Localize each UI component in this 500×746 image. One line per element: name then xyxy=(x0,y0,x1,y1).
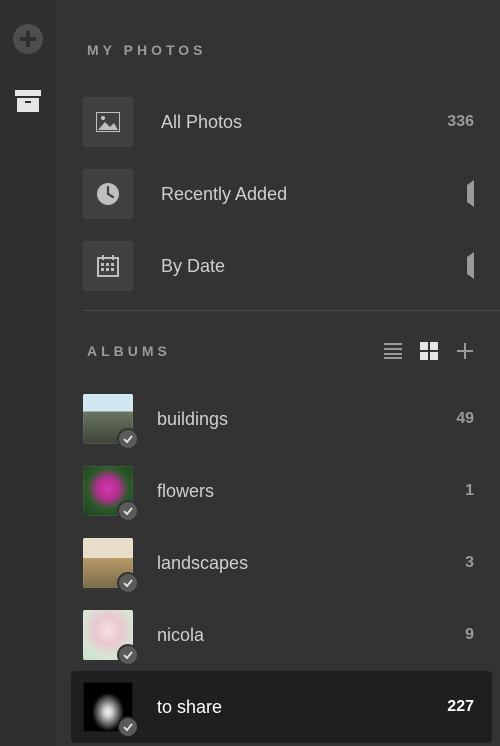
collapse-chevron-icon xyxy=(454,257,474,275)
synced-badge-icon xyxy=(117,716,139,738)
album-count: 49 xyxy=(456,410,474,428)
calendar-icon xyxy=(83,241,133,291)
album-thumb xyxy=(83,682,133,732)
archive-icon xyxy=(15,90,41,112)
app-root: MY PHOTOS All Photos 336 xyxy=(0,0,500,746)
album-count: 9 xyxy=(465,626,474,644)
list-view-icon xyxy=(384,343,402,359)
album-thumb xyxy=(83,394,133,444)
album-thumb xyxy=(83,466,133,516)
image-icon xyxy=(83,97,133,147)
myphotos-recently-added[interactable]: Recently Added xyxy=(55,158,500,230)
clock-icon xyxy=(83,169,133,219)
album-count: 1 xyxy=(465,482,474,500)
album-label: buildings xyxy=(157,409,432,430)
album-label: nicola xyxy=(157,625,441,646)
album-thumb xyxy=(83,610,133,660)
album-to-share[interactable]: to share 227 xyxy=(71,671,492,743)
archive-button[interactable] xyxy=(15,90,41,112)
myphotos-header: MY PHOTOS xyxy=(55,36,500,64)
list-view-button[interactable] xyxy=(384,343,402,359)
plus-icon xyxy=(13,24,43,54)
plus-icon xyxy=(456,342,474,360)
section-divider xyxy=(83,310,500,311)
album-label: flowers xyxy=(157,481,441,502)
albums-list: buildings 49 flowers 1 xyxy=(55,383,500,743)
grid-view-button[interactable] xyxy=(420,342,438,360)
album-nicola[interactable]: nicola 9 xyxy=(55,599,500,671)
row-label: All Photos xyxy=(161,112,419,133)
album-label: landscapes xyxy=(157,553,441,574)
albums-title: ALBUMS xyxy=(87,343,171,359)
album-landscapes[interactable]: landscapes 3 xyxy=(55,527,500,599)
album-label: to share xyxy=(157,697,423,718)
myphotos-list: All Photos 336 Recently Added xyxy=(55,86,500,302)
myphotos-all-photos[interactable]: All Photos 336 xyxy=(55,86,500,158)
sidebar-panel: MY PHOTOS All Photos 336 xyxy=(55,0,500,746)
add-button[interactable] xyxy=(13,24,43,54)
synced-badge-icon xyxy=(117,500,139,522)
synced-badge-icon xyxy=(117,572,139,594)
albums-header: ALBUMS xyxy=(55,337,500,365)
synced-badge-icon xyxy=(117,644,139,666)
myphotos-by-date[interactable]: By Date xyxy=(55,230,500,302)
collapse-chevron-icon xyxy=(454,185,474,203)
album-buildings[interactable]: buildings 49 xyxy=(55,383,500,455)
row-label: By Date xyxy=(161,256,426,277)
album-count: 3 xyxy=(465,554,474,572)
left-rail xyxy=(0,0,55,746)
album-flowers[interactable]: flowers 1 xyxy=(55,455,500,527)
row-label: Recently Added xyxy=(161,184,426,205)
album-thumb xyxy=(83,538,133,588)
synced-badge-icon xyxy=(117,428,139,450)
grid-view-icon xyxy=(420,342,438,360)
album-count: 227 xyxy=(447,698,474,716)
row-count: 336 xyxy=(447,113,474,131)
albums-header-actions xyxy=(384,342,474,360)
new-album-button[interactable] xyxy=(456,342,474,360)
myphotos-title: MY PHOTOS xyxy=(87,42,207,58)
